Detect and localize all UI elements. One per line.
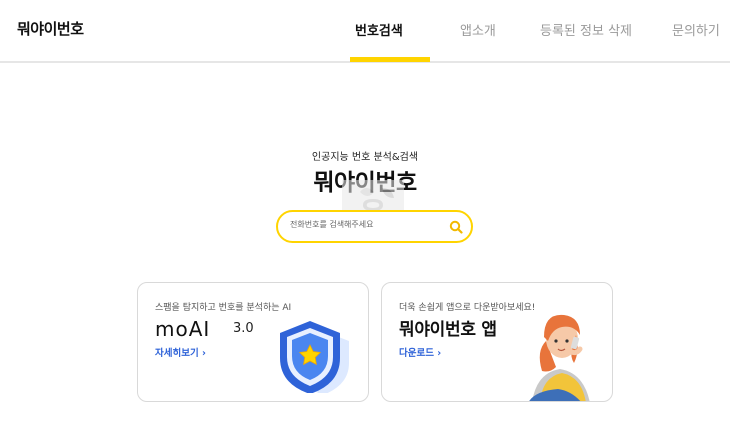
moai-logo-text: moAI	[155, 317, 211, 341]
moai-card-description: 스팸을 탐지하고 번호를 분석하는 AI	[155, 303, 292, 313]
moai-version: 3.0	[233, 321, 254, 336]
app-card-title: 뭐야이번호 앱	[399, 320, 497, 340]
hero-subtitle: 인공지능 번호 분석&검색	[311, 152, 419, 163]
woman-phone-illustration	[529, 314, 590, 401]
moai-card[interactable]: 스팸을 탐지하고 번호를 분석하는 AI moAI 3.0 자세히보기 ›	[137, 282, 369, 402]
shield-star-icon	[280, 321, 349, 393]
nav-contact[interactable]: 문의하기	[672, 20, 720, 39]
nav-delete-info[interactable]: 등록된 정보 삭제	[540, 20, 632, 39]
moai-details-link[interactable]: 자세히보기 ›	[155, 345, 206, 359]
app-download-card[interactable]: 더욱 손쉽게 앱으로 다운받아보세요! 뭐야이번호 앱 다운로드 ›	[381, 282, 613, 402]
search-icon[interactable]	[449, 220, 463, 234]
header: 뭐야이번호 번호검색 앱소개 등록된 정보 삭제 문의하기	[0, 0, 730, 63]
search-input[interactable]	[290, 220, 440, 229]
nav-app-intro[interactable]: 앱소개	[460, 20, 496, 39]
app-download-link[interactable]: 다운로드 ›	[399, 345, 441, 359]
search-box	[276, 210, 473, 243]
site-logo[interactable]: 뭐야이번호	[17, 18, 84, 39]
nav-phone-search[interactable]: 번호검색	[355, 20, 403, 39]
active-tab-indicator	[350, 57, 430, 62]
